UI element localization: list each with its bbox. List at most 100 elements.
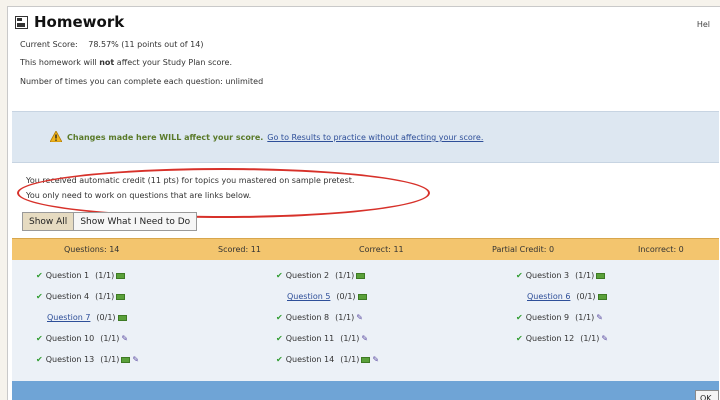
edit-icon[interactable]: ✎ xyxy=(132,355,139,364)
edit-icon[interactable]: ✎ xyxy=(361,334,368,343)
check-icon: ✔ xyxy=(36,292,43,301)
question-item: ✔ Question 13 (1/1) ✎ xyxy=(36,355,139,364)
help-icon[interactable] xyxy=(357,293,367,300)
help-icon[interactable] xyxy=(121,356,131,363)
question-score: (1/1) xyxy=(340,334,360,343)
summary-questions: Questions: 14 xyxy=(64,245,120,254)
edit-icon[interactable]: ✎ xyxy=(356,313,363,322)
check-icon: ✔ xyxy=(516,334,523,343)
help-icon[interactable] xyxy=(356,272,366,279)
question-label[interactable]: Question 7 xyxy=(47,313,90,322)
question-item: ✔ Question 2 (1/1) xyxy=(276,271,366,280)
question-score: (1/1) xyxy=(335,313,355,322)
question-label: Question 11 xyxy=(285,334,335,343)
question-label: Question 2 xyxy=(285,271,330,280)
check-icon: ✔ xyxy=(36,355,43,364)
check-icon: ✔ xyxy=(276,334,283,343)
help-icon[interactable] xyxy=(116,272,126,279)
check-icon: ✔ xyxy=(276,271,283,280)
question-label: Question 8 xyxy=(285,313,330,322)
question-label: Question 14 xyxy=(285,355,335,364)
results-link[interactable]: Go to Results to practice without affect… xyxy=(267,133,483,142)
question-label[interactable]: Question 6 xyxy=(527,292,570,301)
banner-message: Changes made here WILL affect your score… xyxy=(67,133,483,142)
question-score: (1/1) xyxy=(95,292,115,301)
score-warning-banner: Changes made here WILL affect your score… xyxy=(12,111,719,163)
current-score: Current Score: 78.57% (11 points out of … xyxy=(20,40,203,49)
title-bar: Homework Hel xyxy=(13,13,718,35)
ok-button[interactable]: OK xyxy=(695,390,719,400)
question-label: Question 3 xyxy=(525,271,570,280)
help-link[interactable]: Hel xyxy=(697,20,710,29)
tab-show-what-i-need-to-do[interactable]: Show What I Need to Do xyxy=(74,212,198,231)
question-item[interactable]: Question 6 (0/1) xyxy=(527,292,607,301)
study-plan-prefix: This homework will xyxy=(20,58,100,67)
question-score: (0/1) xyxy=(336,292,356,301)
edit-icon[interactable]: ✎ xyxy=(596,313,603,322)
check-icon: ✔ xyxy=(36,334,43,343)
question-score: (1/1) xyxy=(100,334,120,343)
help-icon[interactable] xyxy=(597,293,607,300)
highlight-ellipse xyxy=(17,168,430,218)
summary-scored: Scored: 11 xyxy=(218,245,261,254)
question-item: ✔ Question 8 (1/1) ✎ xyxy=(276,313,363,322)
question-label: Question 9 xyxy=(525,313,570,322)
check-icon: ✔ xyxy=(276,313,283,322)
question-score: (1/1) xyxy=(95,271,115,280)
current-score-label: Current Score: xyxy=(20,40,78,49)
question-item: ✔ Question 14 (1/1) ✎ xyxy=(276,355,379,364)
tab-show-all[interactable]: Show All xyxy=(22,212,75,231)
question-score: (0/1) xyxy=(96,313,116,322)
warning-icon xyxy=(50,131,62,142)
page-title: Homework xyxy=(34,13,125,31)
question-item: ✔ Question 11 (1/1) ✎ xyxy=(276,334,368,343)
summary-bar: Questions: 14 Scored: 11 Correct: 11 Par… xyxy=(12,238,719,261)
summary-incorrect: Incorrect: 0 xyxy=(638,245,684,254)
question-label: Question 13 xyxy=(45,355,95,364)
check-icon: ✔ xyxy=(36,271,43,280)
banner-text: Changes made here WILL affect your score… xyxy=(67,133,264,142)
filter-tabs: Show All Show What I Need to Do xyxy=(22,212,198,231)
question-item: ✔ Question 3 (1/1) xyxy=(516,271,606,280)
help-icon[interactable] xyxy=(361,356,371,363)
check-icon: ✔ xyxy=(276,355,283,364)
question-score: (1/1) xyxy=(100,355,120,364)
question-score: (0/1) xyxy=(576,292,596,301)
homework-icon xyxy=(15,16,28,29)
question-item: ✔ Question 1 (1/1) xyxy=(36,271,126,280)
check-icon: ✔ xyxy=(516,271,523,280)
attempts-note: Number of times you can complete each qu… xyxy=(20,77,264,86)
question-label: Question 10 xyxy=(45,334,95,343)
question-item[interactable]: Question 5 (0/1) xyxy=(287,292,367,301)
question-item: ✔ Question 4 (1/1) xyxy=(36,292,126,301)
edit-icon[interactable]: ✎ xyxy=(121,334,128,343)
question-label: Question 1 xyxy=(45,271,90,280)
study-plan-suffix: affect your Study Plan score. xyxy=(114,58,232,67)
question-label: Question 12 xyxy=(525,334,575,343)
summary-correct: Correct: 11 xyxy=(359,245,404,254)
question-item[interactable]: Question 7 (0/1) xyxy=(47,313,127,322)
help-icon[interactable] xyxy=(117,314,127,321)
help-icon[interactable] xyxy=(596,272,606,279)
study-plan-note: This homework will not affect your Study… xyxy=(20,58,232,67)
edit-icon[interactable]: ✎ xyxy=(372,355,379,364)
question-score: (1/1) xyxy=(580,334,600,343)
question-item: ✔ Question 9 (1/1) ✎ xyxy=(516,313,603,322)
question-score: (1/1) xyxy=(575,271,595,280)
study-plan-bold: not xyxy=(99,58,115,67)
question-score: (1/1) xyxy=(340,355,360,364)
question-item: ✔ Question 12 (1/1) ✎ xyxy=(516,334,608,343)
question-grid: ✔ Question 1 (1/1) ✔ Question 2 (1/1) ✔ Questio… xyxy=(12,260,719,381)
question-label[interactable]: Question 5 xyxy=(287,292,330,301)
question-score: (1/1) xyxy=(575,313,595,322)
edit-icon[interactable]: ✎ xyxy=(601,334,608,343)
footer-bar: OK xyxy=(12,381,719,400)
homework-window: Homework Hel Current Score: 78.57% (11 p… xyxy=(7,6,720,400)
question-item: ✔ Question 10 (1/1) ✎ xyxy=(36,334,128,343)
current-score-value: 78.57% (11 points out of 14) xyxy=(88,40,204,49)
question-label: Question 4 xyxy=(45,292,90,301)
summary-partial-credit: Partial Credit: 0 xyxy=(492,245,555,254)
question-score: (1/1) xyxy=(335,271,355,280)
check-icon: ✔ xyxy=(516,313,523,322)
help-icon[interactable] xyxy=(116,293,126,300)
